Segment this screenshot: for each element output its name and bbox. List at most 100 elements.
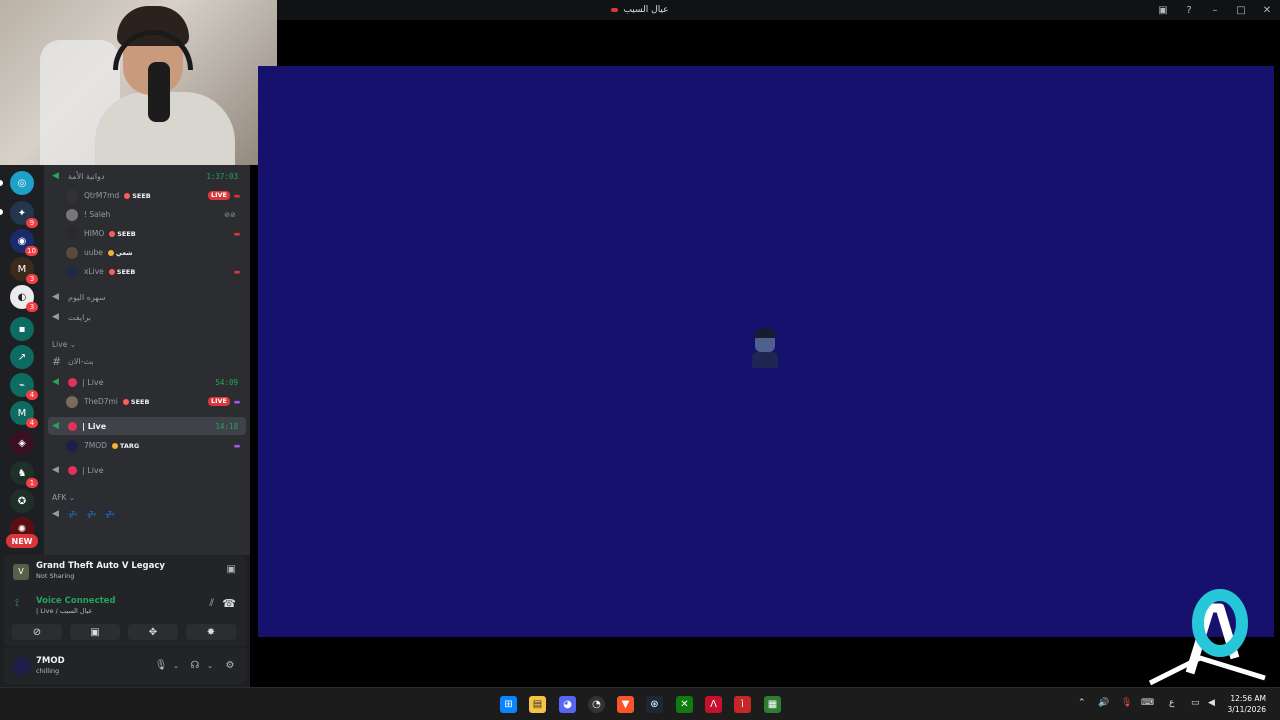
server-icon[interactable]: ✦ 9 [10,201,38,228]
screen-share-icon[interactable]: ▣ [227,564,236,575]
user-tag: SEEB [108,268,135,276]
avatar[interactable] [13,657,31,675]
server-folder-icon[interactable]: ▪ [10,317,34,341]
voice-channel[interactable]: ◀ 💤 💤 💤 [48,505,246,523]
category-afk[interactable]: AFK ⌄ [52,493,75,502]
app-icon[interactable]: ì [734,696,751,713]
activity-panel: V Grand Theft Auto V Legacy Not Sharing … [4,555,246,588]
category-live[interactable]: Live ⌄ [52,340,76,349]
noise-suppression-icon[interactable]: ⫽ [210,598,214,609]
brave-icon[interactable]: ▼ [617,696,634,713]
start-icon[interactable]: ⊞ [500,696,517,713]
server-list: ◎ ✦ 9 ◉ 10 M3 ◐ 3 ▪ ↗ ⌁ 4 M4 ◈ ♞ 1 ✪ ✺ [0,165,44,555]
help-icon[interactable]: ? [1176,0,1202,20]
server-icon[interactable]: ✪ [10,489,34,513]
server-icon[interactable]: M3 [10,257,38,284]
user-name: xLive [84,267,104,276]
user-tag: شعي [107,249,133,257]
maximize-button[interactable]: □ [1228,0,1254,20]
mic-icon[interactable]: 🎙 [154,659,168,673]
user-panel: 7MOD chilling 🎙 ⌄ ☊ ⌄ ⚙ [4,648,246,684]
screen-share-icon: ▣ [90,626,100,638]
keyboard-icon[interactable]: ⌨ [1141,698,1154,708]
speaker-icon: ◀ [52,312,59,322]
headphones-icon[interactable]: ☊ [188,659,202,673]
voice-user[interactable]: 7MOD TARG ▬ [66,436,246,455]
steam-icon[interactable]: ⊛ [646,696,663,713]
chevron-up-icon[interactable]: ⌃ [1078,698,1086,708]
voice-user[interactable]: QtrM7md SEEB LIVE ▬ [66,186,246,205]
flame-icon [122,398,129,405]
volume-icon[interactable]: 🔊 [1098,698,1109,708]
user-name: 7MOD [84,441,107,450]
discord-icon[interactable]: ◕ [559,696,576,713]
live-dot-icon [68,465,77,475]
user-tag: SEEB [122,398,149,406]
voice-user[interactable]: HIMO SEEB ▬ [66,224,246,243]
chevron-down-icon[interactable]: ⌄ [169,659,183,673]
soundboard-button[interactable]: ✸ [186,624,236,640]
server-icon[interactable]: ◎ [10,171,34,195]
avatar [66,439,78,452]
user-name: HIMO [84,229,105,238]
text-channel[interactable]: # بث-الان [48,352,246,370]
activity-icon: ▬ [233,441,241,450]
voice-user[interactable]: uube شعي [66,243,246,262]
server-icon[interactable]: ◈ [10,431,34,455]
speaker-icon[interactable]: ◀ [1208,698,1215,708]
voice-channel[interactable]: ◀ برايفت [48,308,246,326]
voice-channel[interactable]: ◀ سهره اليوم [48,288,246,306]
live-indicator-icon [611,7,619,12]
obs-icon[interactable]: ◔ [588,696,605,713]
close-button[interactable]: ✕ [1254,0,1280,20]
server-icon[interactable]: ◉ 10 [10,229,38,256]
voice-user[interactable]: TheD7mi SEEB LIVE ▬ [66,392,246,411]
voice-user[interactable]: ! Saleh ⊘⊘ [66,205,246,224]
voice-channel-selected[interactable]: ◀ | Live 14:18 [48,417,246,435]
screen: عيال السيب ▣ ? – □ ✕ ◎ ✦ 9 ◉ 10 M3 ◐ 3 ▪ ↗ … [0,0,1280,720]
avatar [66,208,78,221]
new-badge[interactable]: NEW [6,534,38,548]
flame-icon [109,230,116,237]
activities-button[interactable]: ✥ [128,624,178,640]
chevron-down-icon[interactable]: ⌄ [203,659,217,673]
channel-logo-watermark [1148,589,1266,686]
share-screen-button[interactable]: ▣ [70,624,120,640]
voice-channel[interactable]: ◀ | Live 54:09 [48,373,246,391]
language-indicator[interactable]: ع [1169,698,1174,708]
speaker-icon: ◀ [52,171,59,181]
voice-status[interactable]: Voice Connected [36,596,116,606]
channel-timer: 1:37:03 [206,171,238,181]
clock-date: 3/11/2026 [1227,705,1266,714]
rockstar-icon[interactable]: Λ [705,696,722,713]
display-icon[interactable]: ▭ [1191,698,1200,708]
file-explorer-icon[interactable]: ▤ [529,696,546,713]
inbox-icon[interactable]: ▣ [1150,0,1176,20]
clock[interactable]: 12:56 AM 3/11/2026 [1228,693,1266,715]
minimize-button[interactable]: – [1202,0,1228,20]
muted-icon: ⊘⊘ [224,210,236,219]
mic-icon[interactable]: 🎙 [1121,698,1132,708]
voice-channel[interactable]: ◀ | Live [48,461,246,479]
gear-icon[interactable]: ⚙ [223,659,237,673]
server-icon[interactable]: ♞ 1 [10,461,38,488]
speaker-icon: ◀ [52,292,59,302]
user-name: TheD7mi [84,397,118,406]
server-icon[interactable]: M4 [10,401,38,428]
voice-channel[interactable]: ◀ دوانية الأمة 1:37:03 [48,167,246,185]
user-name: ! Saleh [84,210,111,219]
user-name: QtrM7md [84,191,120,200]
clock-time: 12:56 AM [1230,694,1266,703]
minecraft-icon[interactable]: ▦ [764,696,781,713]
user-name[interactable]: 7MOD [36,656,65,666]
hangup-icon[interactable]: ☎ [222,597,236,610]
screen-share-icon: ▬ [233,229,241,238]
channel-name: | Live [82,465,104,475]
voice-location[interactable]: | Live / عيال السيب [36,607,92,615]
xbox-icon[interactable]: ✕ [676,696,693,713]
voice-user[interactable]: xLive SEEB ▬ [66,262,246,281]
server-icon[interactable]: ◐ 3 [10,285,38,312]
server-icon[interactable]: ⌁ 4 [10,373,38,400]
camera-button[interactable]: ⊘ [12,624,62,640]
server-icon[interactable]: ↗ [10,345,34,369]
